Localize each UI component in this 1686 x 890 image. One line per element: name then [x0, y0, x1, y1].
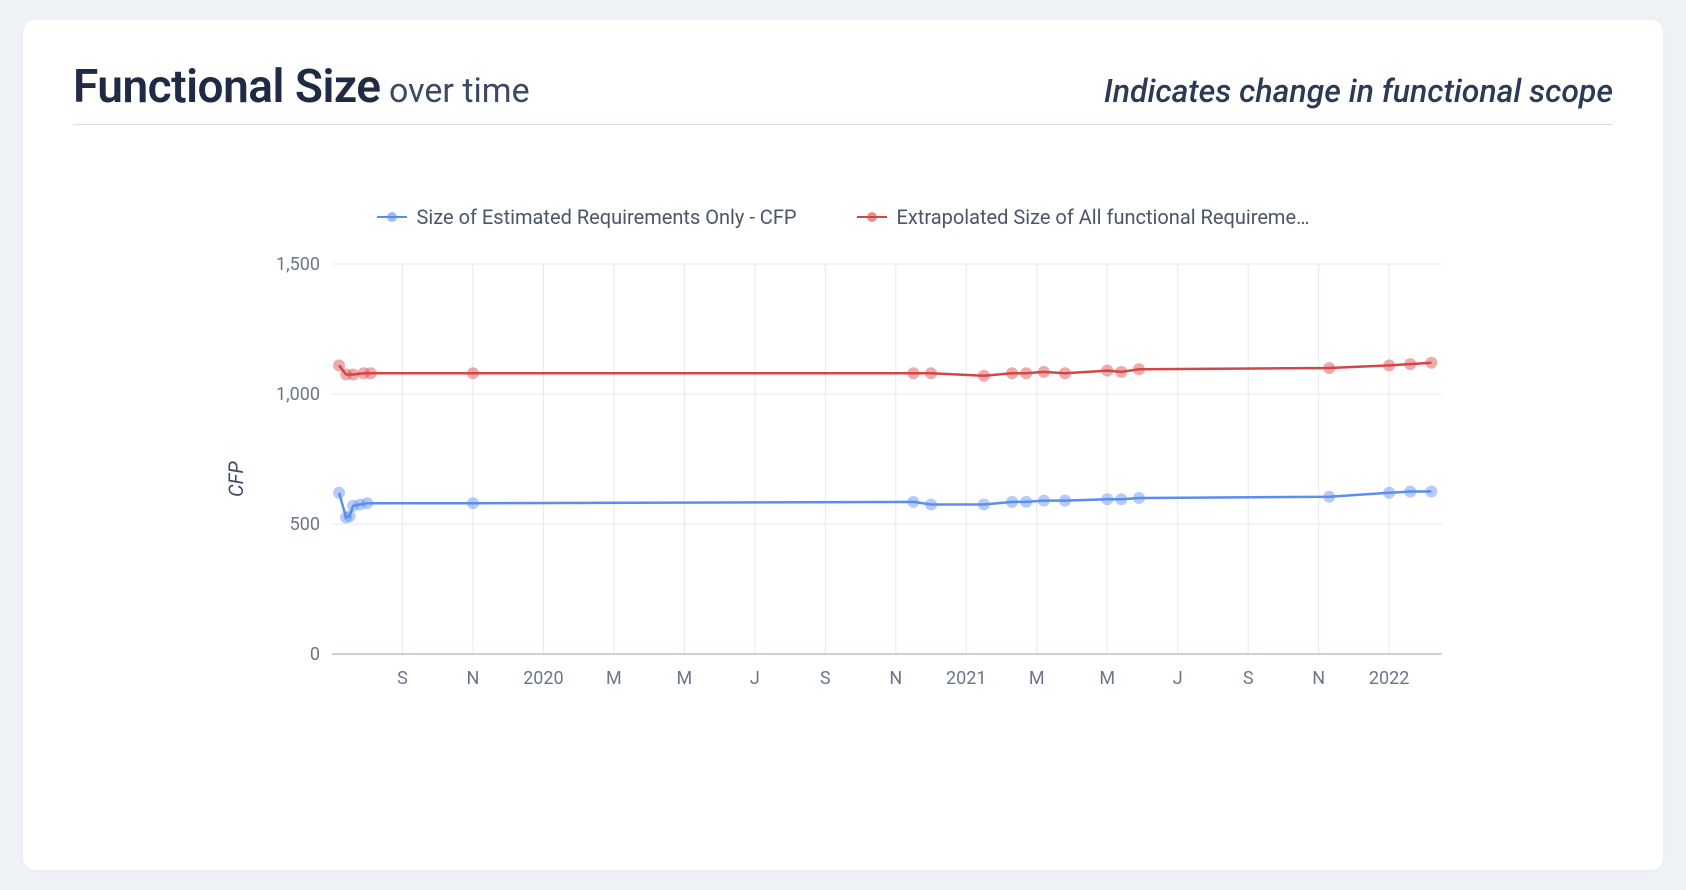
legend-label: Extrapolated Size of All functional Requ…: [897, 205, 1310, 229]
legend-swatch-icon: [857, 216, 887, 218]
chart-title: Functional Size over time: [73, 60, 530, 114]
svg-text:N: N: [1312, 668, 1325, 689]
title-sub: over time: [381, 71, 530, 111]
plot-area: CFP 0 500 1,000 1,500 S N 2020 M M J S N 2021 M M J S N 20…: [224, 254, 1462, 704]
svg-text:2022: 2022: [1369, 668, 1409, 689]
svg-text:1,000: 1,000: [276, 384, 320, 405]
legend-label: Size of Estimated Requirements Only - CF…: [417, 205, 797, 229]
svg-text:1,500: 1,500: [276, 254, 320, 275]
y-axis-label: CFP: [224, 254, 248, 704]
title-main: Functional Size: [73, 60, 381, 114]
legend-item-estimated[interactable]: Size of Estimated Requirements Only - CF…: [377, 205, 797, 229]
chart-legend: Size of Estimated Requirements Only - CF…: [377, 205, 1310, 229]
chart-subtitle: Indicates change in functional scope: [1104, 72, 1613, 110]
svg-text:J: J: [750, 668, 760, 689]
svg-text:M: M: [606, 668, 622, 689]
svg-text:2021: 2021: [946, 668, 986, 689]
svg-text:J: J: [1173, 668, 1183, 689]
svg-text:N: N: [889, 668, 902, 689]
svg-text:S: S: [397, 668, 408, 689]
svg-text:2020: 2020: [523, 668, 563, 689]
chart-header: Functional Size over time Indicates chan…: [73, 60, 1613, 125]
svg-text:0: 0: [310, 644, 320, 665]
legend-swatch-icon: [377, 216, 407, 218]
chart-card: Functional Size over time Indicates chan…: [23, 20, 1663, 870]
svg-text:S: S: [820, 668, 831, 689]
legend-item-extrapolated[interactable]: Extrapolated Size of All functional Requ…: [857, 205, 1310, 229]
svg-text:M: M: [1099, 668, 1115, 689]
svg-text:M: M: [677, 668, 693, 689]
svg-text:S: S: [1243, 668, 1254, 689]
chart-body: Size of Estimated Requirements Only - CF…: [73, 205, 1613, 820]
svg-text:N: N: [467, 668, 480, 689]
chart-svg: 0 500 1,000 1,500 S N 2020 M M J S N 2021 M M J S N 2022: [262, 254, 1462, 704]
svg-text:M: M: [1029, 668, 1045, 689]
svg-text:500: 500: [290, 514, 320, 535]
